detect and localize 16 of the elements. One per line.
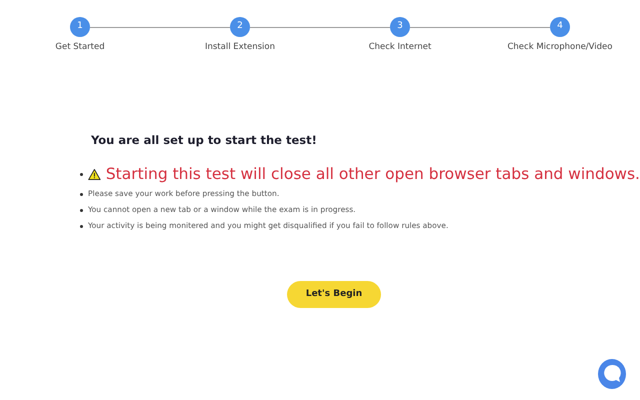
bullet-icon [80,224,83,228]
bullet-icon [80,208,83,212]
step-number: 3 [390,17,410,37]
step-label: Get Started [55,41,105,54]
step-label: Check Microphone/Video [507,41,612,54]
begin-button[interactable]: Let's Begin [287,281,381,308]
bullet-icon [80,192,83,196]
bullet-icon [80,173,83,176]
step-label: Install Extension [204,41,276,54]
warning-text: Starting this test will close all other open browser tabs and windows. [106,164,640,185]
step-number: 4 [550,17,570,37]
chat-icon[interactable] [597,359,627,391]
heading: You are all set up to start the test! [91,132,318,149]
step-number: 1 [70,17,90,37]
step-label: Check Internet [368,41,432,54]
step-number: 2 [230,17,250,37]
